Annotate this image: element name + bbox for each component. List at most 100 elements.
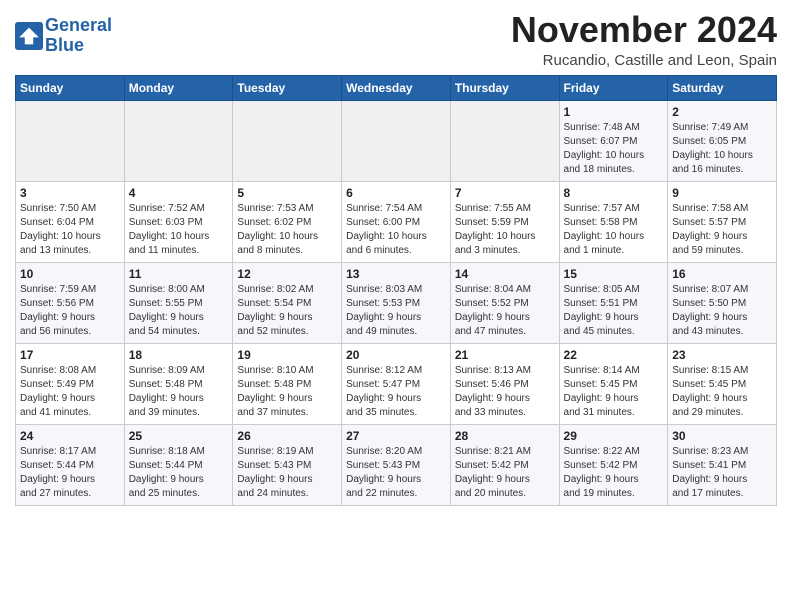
calendar-cell: 22 Sunrise: 8:14 AM Sunset: 5:45 PM Dayli… xyxy=(559,343,668,424)
calendar-cell xyxy=(342,100,451,181)
calendar-cell: 29 Sunrise: 8:22 AM Sunset: 5:42 PM Dayli… xyxy=(559,424,668,505)
calendar-cell xyxy=(124,100,233,181)
day-number: 30 xyxy=(672,429,772,443)
calendar-cell: 16 Sunrise: 8:07 AM Sunset: 5:50 PM Dayli… xyxy=(668,262,777,343)
calendar-header-row: SundayMondayTuesdayWednesdayThursdayFrid… xyxy=(16,75,777,100)
calendar-week-3: 10 Sunrise: 7:59 AM Sunset: 5:56 PM Dayli… xyxy=(16,262,777,343)
logo: General Blue xyxy=(15,16,112,56)
day-number: 11 xyxy=(129,267,229,281)
day-number: 25 xyxy=(129,429,229,443)
day-info: Sunrise: 7:59 AM Sunset: 5:56 PM Dayligh… xyxy=(20,283,120,339)
calendar-cell: 20Sunrise: 8:12 AM Sunset: 5:47 PM Dayli… xyxy=(342,343,451,424)
day-number: 10 xyxy=(20,267,120,281)
calendar-cell: 4 Sunrise: 7:52 AM Sunset: 6:03 PM Daylig… xyxy=(124,181,233,262)
day-number: 15 xyxy=(564,267,664,281)
day-info: Sunrise: 8:17 AM Sunset: 5:44 PM Dayligh… xyxy=(20,445,120,501)
header-cell-saturday: Saturday xyxy=(668,75,777,100)
title-block: November 2024 Rucandio, Castille and Leo… xyxy=(511,10,777,69)
day-number: 9 xyxy=(672,186,772,200)
calendar-cell: 9Sunrise: 7:58 AM Sunset: 5:57 PM Daylig… xyxy=(668,181,777,262)
calendar-cell: 17 Sunrise: 8:08 AM Sunset: 5:49 PM Dayli… xyxy=(16,343,125,424)
day-info: Sunrise: 8:07 AM Sunset: 5:50 PM Dayligh… xyxy=(672,283,772,339)
calendar-cell: 15 Sunrise: 8:05 AM Sunset: 5:51 PM Dayli… xyxy=(559,262,668,343)
day-info: Sunrise: 8:18 AM Sunset: 5:44 PM Dayligh… xyxy=(129,445,229,501)
day-number: 8 xyxy=(564,186,664,200)
day-number: 1 xyxy=(564,105,664,119)
calendar-cell: 1 Sunrise: 7:48 AM Sunset: 6:07 PM Daylig… xyxy=(559,100,668,181)
calendar-cell xyxy=(233,100,342,181)
day-info: Sunrise: 8:21 AM Sunset: 5:42 PM Dayligh… xyxy=(455,445,555,501)
calendar-week-5: 24 Sunrise: 8:17 AM Sunset: 5:44 PM Dayli… xyxy=(16,424,777,505)
day-info: Sunrise: 7:53 AM Sunset: 6:02 PM Dayligh… xyxy=(237,202,337,258)
day-info: Sunrise: 8:14 AM Sunset: 5:45 PM Dayligh… xyxy=(564,364,664,420)
day-info: Sunrise: 8:08 AM Sunset: 5:49 PM Dayligh… xyxy=(20,364,120,420)
calendar-cell: 18 Sunrise: 8:09 AM Sunset: 5:48 PM Dayli… xyxy=(124,343,233,424)
calendar-cell: 7 Sunrise: 7:55 AM Sunset: 5:59 PM Daylig… xyxy=(450,181,559,262)
calendar-cell: 11 Sunrise: 8:00 AM Sunset: 5:55 PM Dayli… xyxy=(124,262,233,343)
day-number: 29 xyxy=(564,429,664,443)
day-number: 18 xyxy=(129,348,229,362)
header-cell-sunday: Sunday xyxy=(16,75,125,100)
day-number: 6 xyxy=(346,186,446,200)
calendar-body: 1 Sunrise: 7:48 AM Sunset: 6:07 PM Daylig… xyxy=(16,100,777,505)
calendar-cell xyxy=(450,100,559,181)
day-info: Sunrise: 8:12 AM Sunset: 5:47 PM Dayligh… xyxy=(346,364,446,420)
month-title: November 2024 xyxy=(511,10,777,50)
day-number: 5 xyxy=(237,186,337,200)
day-info: Sunrise: 8:15 AM Sunset: 5:45 PM Dayligh… xyxy=(672,364,772,420)
calendar-cell: 2Sunrise: 7:49 AM Sunset: 6:05 PM Daylig… xyxy=(668,100,777,181)
calendar-week-2: 3 Sunrise: 7:50 AM Sunset: 6:04 PM Daylig… xyxy=(16,181,777,262)
day-info: Sunrise: 7:54 AM Sunset: 6:00 PM Dayligh… xyxy=(346,202,446,258)
calendar-week-1: 1 Sunrise: 7:48 AM Sunset: 6:07 PM Daylig… xyxy=(16,100,777,181)
day-number: 16 xyxy=(672,267,772,281)
calendar-cell: 3 Sunrise: 7:50 AM Sunset: 6:04 PM Daylig… xyxy=(16,181,125,262)
day-number: 19 xyxy=(237,348,337,362)
header-cell-friday: Friday xyxy=(559,75,668,100)
day-info: Sunrise: 8:13 AM Sunset: 5:46 PM Dayligh… xyxy=(455,364,555,420)
logo-icon xyxy=(15,22,43,50)
calendar-week-4: 17 Sunrise: 8:08 AM Sunset: 5:49 PM Dayli… xyxy=(16,343,777,424)
calendar-cell: 21 Sunrise: 8:13 AM Sunset: 5:46 PM Dayli… xyxy=(450,343,559,424)
day-info: Sunrise: 7:48 AM Sunset: 6:07 PM Dayligh… xyxy=(564,121,664,177)
day-number: 21 xyxy=(455,348,555,362)
day-info: Sunrise: 8:09 AM Sunset: 5:48 PM Dayligh… xyxy=(129,364,229,420)
day-number: 23 xyxy=(672,348,772,362)
calendar-cell: 10 Sunrise: 7:59 AM Sunset: 5:56 PM Dayli… xyxy=(16,262,125,343)
page-header: General Blue November 2024 Rucandio, Cas… xyxy=(15,10,777,69)
calendar-cell: 8 Sunrise: 7:57 AM Sunset: 5:58 PM Daylig… xyxy=(559,181,668,262)
day-info: Sunrise: 7:52 AM Sunset: 6:03 PM Dayligh… xyxy=(129,202,229,258)
day-number: 7 xyxy=(455,186,555,200)
day-info: Sunrise: 7:50 AM Sunset: 6:04 PM Dayligh… xyxy=(20,202,120,258)
day-number: 17 xyxy=(20,348,120,362)
calendar-cell: 12Sunrise: 8:02 AM Sunset: 5:54 PM Dayli… xyxy=(233,262,342,343)
day-info: Sunrise: 8:19 AM Sunset: 5:43 PM Dayligh… xyxy=(237,445,337,501)
calendar-cell: 13Sunrise: 8:03 AM Sunset: 5:53 PM Dayli… xyxy=(342,262,451,343)
header-cell-thursday: Thursday xyxy=(450,75,559,100)
day-info: Sunrise: 8:22 AM Sunset: 5:42 PM Dayligh… xyxy=(564,445,664,501)
day-info: Sunrise: 8:23 AM Sunset: 5:41 PM Dayligh… xyxy=(672,445,772,501)
logo-text: General Blue xyxy=(45,16,112,56)
calendar-cell: 24 Sunrise: 8:17 AM Sunset: 5:44 PM Dayli… xyxy=(16,424,125,505)
day-number: 28 xyxy=(455,429,555,443)
calendar-cell: 5 Sunrise: 7:53 AM Sunset: 6:02 PM Daylig… xyxy=(233,181,342,262)
day-info: Sunrise: 8:04 AM Sunset: 5:52 PM Dayligh… xyxy=(455,283,555,339)
day-number: 4 xyxy=(129,186,229,200)
day-number: 3 xyxy=(20,186,120,200)
day-info: Sunrise: 7:57 AM Sunset: 5:58 PM Dayligh… xyxy=(564,202,664,258)
calendar-cell: 26 Sunrise: 8:19 AM Sunset: 5:43 PM Dayli… xyxy=(233,424,342,505)
day-number: 26 xyxy=(237,429,337,443)
header-cell-wednesday: Wednesday xyxy=(342,75,451,100)
day-number: 14 xyxy=(455,267,555,281)
day-info: Sunrise: 8:02 AM Sunset: 5:54 PM Dayligh… xyxy=(237,283,337,339)
logo-line1: General xyxy=(45,15,112,35)
calendar-cell: 19Sunrise: 8:10 AM Sunset: 5:48 PM Dayli… xyxy=(233,343,342,424)
day-number: 27 xyxy=(346,429,446,443)
header-cell-tuesday: Tuesday xyxy=(233,75,342,100)
day-info: Sunrise: 7:55 AM Sunset: 5:59 PM Dayligh… xyxy=(455,202,555,258)
day-number: 24 xyxy=(20,429,120,443)
calendar-cell xyxy=(16,100,125,181)
day-info: Sunrise: 8:05 AM Sunset: 5:51 PM Dayligh… xyxy=(564,283,664,339)
calendar-cell: 25 Sunrise: 8:18 AM Sunset: 5:44 PM Dayli… xyxy=(124,424,233,505)
day-number: 22 xyxy=(564,348,664,362)
day-info: Sunrise: 8:00 AM Sunset: 5:55 PM Dayligh… xyxy=(129,283,229,339)
